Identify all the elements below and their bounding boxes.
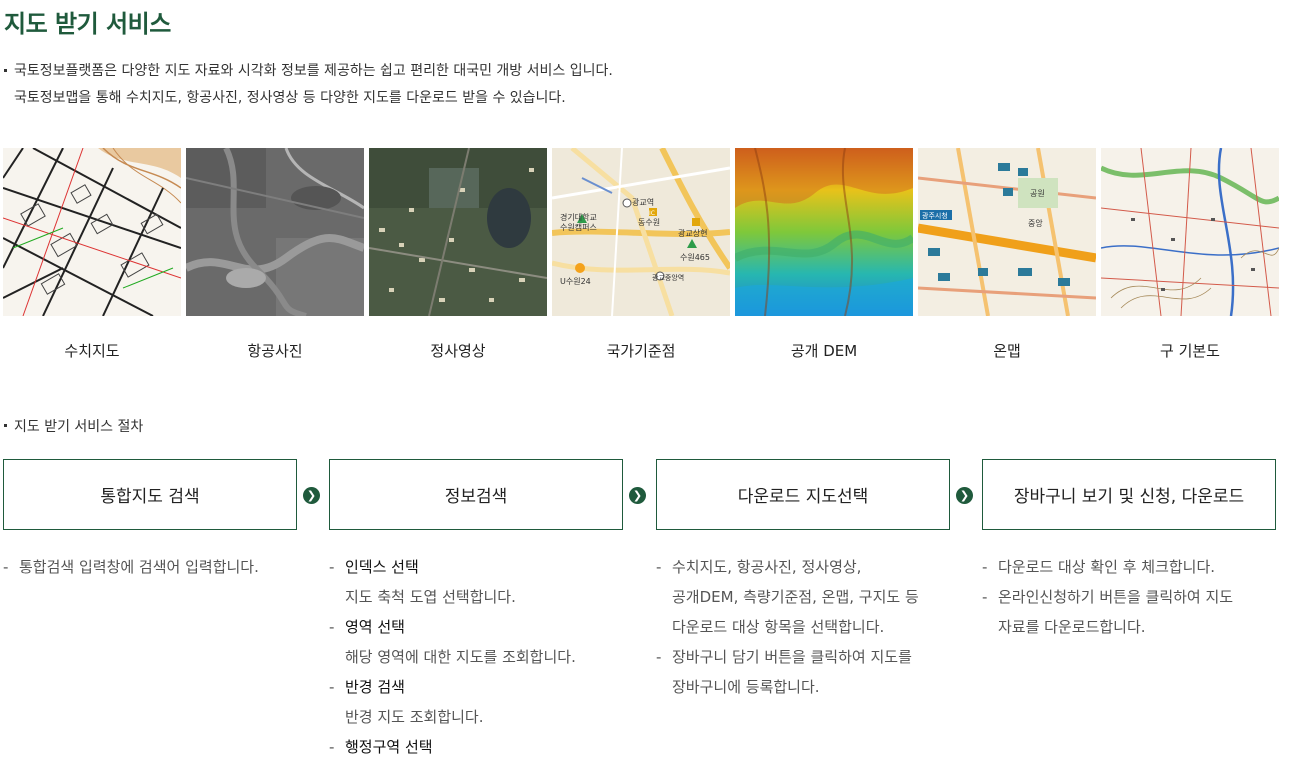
map-card-dem[interactable]: 공개 DEM (735, 148, 913, 361)
desc-title: 인덱스 선택 (345, 558, 419, 576)
map-label-orthophoto[interactable]: 정사영상 (369, 340, 547, 361)
step-label: 통합지도 검색 (100, 487, 200, 507)
desc-item: 장바구니에 등록합니다. (656, 672, 919, 702)
chevron-right-icon: ❯ (629, 487, 646, 504)
step-box-download-select: 다운로드 지도선택 (656, 459, 950, 530)
onmap-text-center: 중앙 (1028, 218, 1043, 228)
desc-title: 반경 검색 (345, 678, 405, 696)
aerial-photo-thumbnail[interactable] (186, 148, 364, 316)
desc-item: - 반경 검색 (329, 678, 405, 696)
intro-line-2: 국토정보맵을 통해 수치지도, 항공사진, 정사영상 등 다양한 지도를 다운로… (14, 90, 566, 106)
cp-text-gwanggyo: 광교상현 (678, 228, 707, 238)
cp-text-dongsuwon: 동수원 (638, 218, 660, 227)
map-card-orthophoto[interactable]: 정사영상 (369, 148, 547, 361)
desc-text: 자료를 다운로드합니다. (998, 618, 1146, 636)
map-label-control-point[interactable]: 국가기준점 (552, 340, 730, 361)
map-type-gallery: 수치지도 항공사진 정사영상 광교역 경기대학교 수원캠퍼스 동수원 IC 광교… (3, 148, 1283, 368)
desc-title: 영역 선택 (345, 618, 405, 636)
desc-item: 지도 축척 도엽 선택합니다. (329, 582, 576, 612)
map-card-aerial-photo[interactable]: 항공사진 (186, 148, 364, 361)
onmap-text-cityhall: 광주시청 (922, 212, 948, 220)
cp-text-ic: IC (649, 210, 655, 217)
step3-description: - 수치지도, 항공사진, 정사영상, 공개DEM, 측량기준점, 온맵, 구지도… (656, 552, 919, 702)
desc-item: - 행정구역 선택 (329, 738, 433, 756)
cp-text-univ: 경기대학교 (560, 212, 597, 222)
step-label: 다운로드 지도선택 (737, 487, 869, 507)
map-card-old-basemap[interactable]: 구 기본도 (1101, 148, 1279, 361)
intro-text: 국토정보플랫폼은 다양한 지도 자료와 시각화 정보를 제공하는 쉽고 편리한 … (4, 58, 613, 112)
desc-item: - 온라인신청하기 버튼을 클릭하여 지도 (982, 588, 1234, 606)
intro-line-1: 국토정보플랫폼은 다양한 지도 자료와 시각화 정보를 제공하는 쉽고 편리한 … (14, 63, 613, 79)
desc-text: 다운로드 대상 항목을 선택합니다. (672, 618, 885, 636)
map-card-onmap[interactable]: 광주시청 중앙 공원 온맵 (918, 148, 1096, 361)
map-label-old-basemap[interactable]: 구 기본도 (1101, 340, 1279, 361)
orthophoto-thumbnail[interactable] (369, 148, 547, 316)
step2-description: - 인덱스 선택 지도 축척 도엽 선택합니다. - 영역 선택 해당 영역에 대한… (329, 552, 576, 762)
map-label-digital-map[interactable]: 수치지도 (3, 340, 181, 361)
process-title-text: 지도 받기 서비스 절차 (14, 419, 144, 435)
desc-text: 통합검색 입력창에 검색어 입력합니다. (19, 558, 259, 576)
cp-text-campus: 수원캠퍼스 (560, 222, 597, 232)
step1-description: - 통합검색 입력창에 검색어 입력합니다. (3, 552, 259, 582)
desc-item: - 장바구니 담기 버튼을 클릭하여 지도를 (656, 648, 912, 666)
desc-item: - 수치지도, 항공사진, 정사영상, (656, 558, 862, 576)
map-card-digital-map[interactable]: 수치지도 (3, 148, 181, 361)
desc-text: 온라인신청하기 버튼을 클릭하여 지도 (998, 588, 1234, 606)
onmap-text-park: 공원 (1030, 189, 1045, 198)
desc-item: 다운로드 대상 항목을 선택합니다. (656, 612, 919, 642)
desc-item: - 통합검색 입력창에 검색어 입력합니다. (3, 558, 259, 576)
cp-text-suwon465: 수원465 (680, 253, 710, 262)
cp-text-gwanggyo-center: 광교중앙역 (652, 273, 684, 282)
step-label: 정보검색 (444, 487, 508, 507)
old-basemap-thumbnail[interactable] (1101, 148, 1279, 316)
desc-text: 다운로드 대상 확인 후 체크합니다. (998, 558, 1216, 576)
step-box-integrated-search: 통합지도 검색 (3, 459, 297, 530)
map-label-onmap[interactable]: 온맵 (918, 340, 1096, 361)
cp-text-station: 광교역 (632, 197, 654, 207)
step-box-cart-download: 장바구니 보기 및 신청, 다운로드 (982, 459, 1276, 530)
desc-text: 공개DEM, 측량기준점, 온맵, 구지도 등 (672, 588, 919, 606)
chevron-right-icon: ❯ (303, 487, 320, 504)
step-label: 장바구니 보기 및 신청, 다운로드 (1013, 487, 1245, 507)
desc-item: 공개DEM, 측량기준점, 온맵, 구지도 등 (656, 582, 919, 612)
step4-description: - 다운로드 대상 확인 후 체크합니다. - 온라인신청하기 버튼을 클릭하여 지… (982, 552, 1233, 642)
cp-text-u-suwon24: U수원24 (560, 277, 591, 286)
desc-text: 지도 축척 도엽 선택합니다. (345, 588, 516, 606)
desc-text: 장바구니에 등록합니다. (672, 678, 820, 696)
bullet-dot (4, 69, 7, 72)
chevron-right-icon: ❯ (956, 487, 973, 504)
map-label-dem[interactable]: 공개 DEM (735, 340, 913, 361)
step-box-info-search: 정보검색 (329, 459, 623, 530)
desc-text: 해당 영역에 대한 지도를 조회합니다. (345, 648, 576, 666)
desc-title: 행정구역 선택 (345, 738, 433, 756)
desc-item: - 인덱스 선택 (329, 558, 419, 576)
desc-item: 자료를 다운로드합니다. (982, 612, 1233, 642)
desc-item: 반경 지도 조회합니다. (329, 702, 576, 732)
digital-map-thumbnail[interactable] (3, 148, 181, 316)
bullet-dot (4, 424, 7, 427)
dem-thumbnail[interactable] (735, 148, 913, 316)
control-point-thumbnail[interactable]: 광교역 경기대학교 수원캠퍼스 동수원 IC 광교상현 수원465 U수원24 … (552, 148, 730, 316)
desc-text: 수치지도, 항공사진, 정사영상, (672, 558, 862, 576)
desc-item: - 영역 선택 (329, 618, 405, 636)
desc-item: - 다운로드 대상 확인 후 체크합니다. (982, 558, 1216, 576)
desc-text: 반경 지도 조회합니다. (345, 708, 484, 726)
desc-item: 해당 영역에 대한 지도를 조회합니다. (329, 642, 576, 672)
desc-text: 장바구니 담기 버튼을 클릭하여 지도를 (672, 648, 912, 666)
map-card-control-point[interactable]: 광교역 경기대학교 수원캠퍼스 동수원 IC 광교상현 수원465 U수원24 … (552, 148, 730, 361)
map-label-aerial-photo[interactable]: 항공사진 (186, 340, 364, 361)
onmap-thumbnail[interactable]: 광주시청 중앙 공원 (918, 148, 1096, 316)
process-title: 지도 받기 서비스 절차 (4, 416, 143, 436)
page-title: 지도 받기 서비스 (4, 10, 171, 38)
